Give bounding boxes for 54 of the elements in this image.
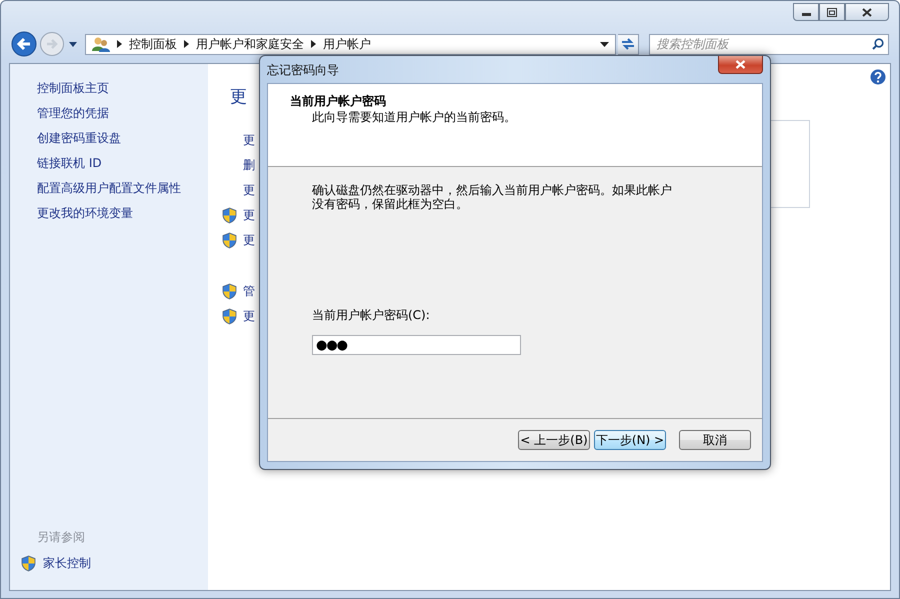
refresh-icon bbox=[621, 38, 636, 50]
close-button[interactable] bbox=[845, 3, 889, 21]
instructions-text: 确认磁盘仍然在驱动器中，然后输入当前用户帐户密码。如果此帐户没有密码，保留此框为空白。 bbox=[312, 183, 673, 211]
search-icon[interactable] bbox=[872, 38, 884, 50]
task-link[interactable]: 更 bbox=[243, 207, 255, 224]
shield-icon bbox=[222, 308, 237, 325]
next-button[interactable]: 下一步(N) > bbox=[594, 430, 666, 450]
field-label: 当前用户帐户密码(C): bbox=[312, 307, 431, 323]
cancel-button[interactable]: 取消 bbox=[679, 430, 751, 450]
search-field[interactable]: 搜索控制面板 bbox=[649, 34, 889, 54]
history-dropdown[interactable] bbox=[67, 42, 79, 46]
task-link[interactable]: 更 bbox=[243, 132, 255, 149]
task-link[interactable]: 管 bbox=[243, 283, 255, 300]
help-icon[interactable] bbox=[870, 69, 886, 85]
breadcrumb-item[interactable]: 用户帐户和家庭安全 bbox=[196, 36, 304, 52]
sidebar-link[interactable]: 更改我的环境变量 bbox=[37, 205, 208, 230]
back-button[interactable]: < 上一步(B) bbox=[518, 430, 590, 450]
chevron-icon bbox=[117, 40, 122, 48]
breadcrumb-item[interactable]: 控制面板 bbox=[129, 36, 177, 52]
sidebar-link[interactable]: 创建密码重设盘 bbox=[37, 130, 208, 155]
shield-icon bbox=[222, 207, 237, 224]
page-heading: 更 bbox=[230, 86, 247, 108]
sidebar-link[interactable]: 配置高级用户配置文件属性 bbox=[37, 180, 208, 205]
close-icon bbox=[735, 60, 746, 69]
close-icon bbox=[862, 8, 872, 16]
task-link[interactable]: 更 bbox=[243, 182, 255, 199]
maximize-icon bbox=[827, 8, 837, 16]
task-link[interactable]: 删 bbox=[243, 157, 255, 174]
chevron-icon bbox=[311, 40, 316, 48]
password-field[interactable]: ●●● bbox=[312, 335, 521, 355]
step-description: 此向导需要知道用户帐户的当前密码。 bbox=[311, 109, 517, 125]
address-bar[interactable]: 控制面板 用户帐户和家庭安全 用户帐户 bbox=[85, 34, 616, 54]
caret-icon bbox=[69, 42, 77, 46]
sidebar-link[interactable]: 链接联机 ID bbox=[37, 155, 208, 180]
caret-icon[interactable] bbox=[600, 42, 609, 46]
shield-icon bbox=[222, 232, 237, 249]
task-link[interactable]: 更 bbox=[243, 232, 255, 249]
maximize-button[interactable] bbox=[819, 3, 845, 21]
chevron-icon bbox=[184, 40, 189, 48]
shield-icon bbox=[222, 283, 237, 300]
task-link[interactable]: 更 bbox=[243, 308, 255, 325]
shield-icon bbox=[21, 555, 36, 572]
step-title: 当前用户帐户密码 bbox=[290, 93, 387, 109]
close-button[interactable] bbox=[718, 56, 763, 74]
minimize-button[interactable] bbox=[793, 3, 819, 21]
users-icon bbox=[92, 36, 110, 52]
sidebar-link[interactable]: 控制面板主页 bbox=[37, 80, 208, 105]
sidebar-link[interactable]: 管理您的凭据 bbox=[37, 105, 208, 130]
back-button[interactable] bbox=[11, 31, 37, 57]
section-heading: 另请参阅 bbox=[37, 529, 86, 546]
sidebar-link[interactable]: 家长控制 bbox=[43, 555, 91, 572]
dialog-title: 忘记密码向导 bbox=[267, 62, 339, 79]
breadcrumb-item[interactable]: 用户帐户 bbox=[323, 36, 371, 52]
refresh-button[interactable] bbox=[618, 34, 640, 54]
